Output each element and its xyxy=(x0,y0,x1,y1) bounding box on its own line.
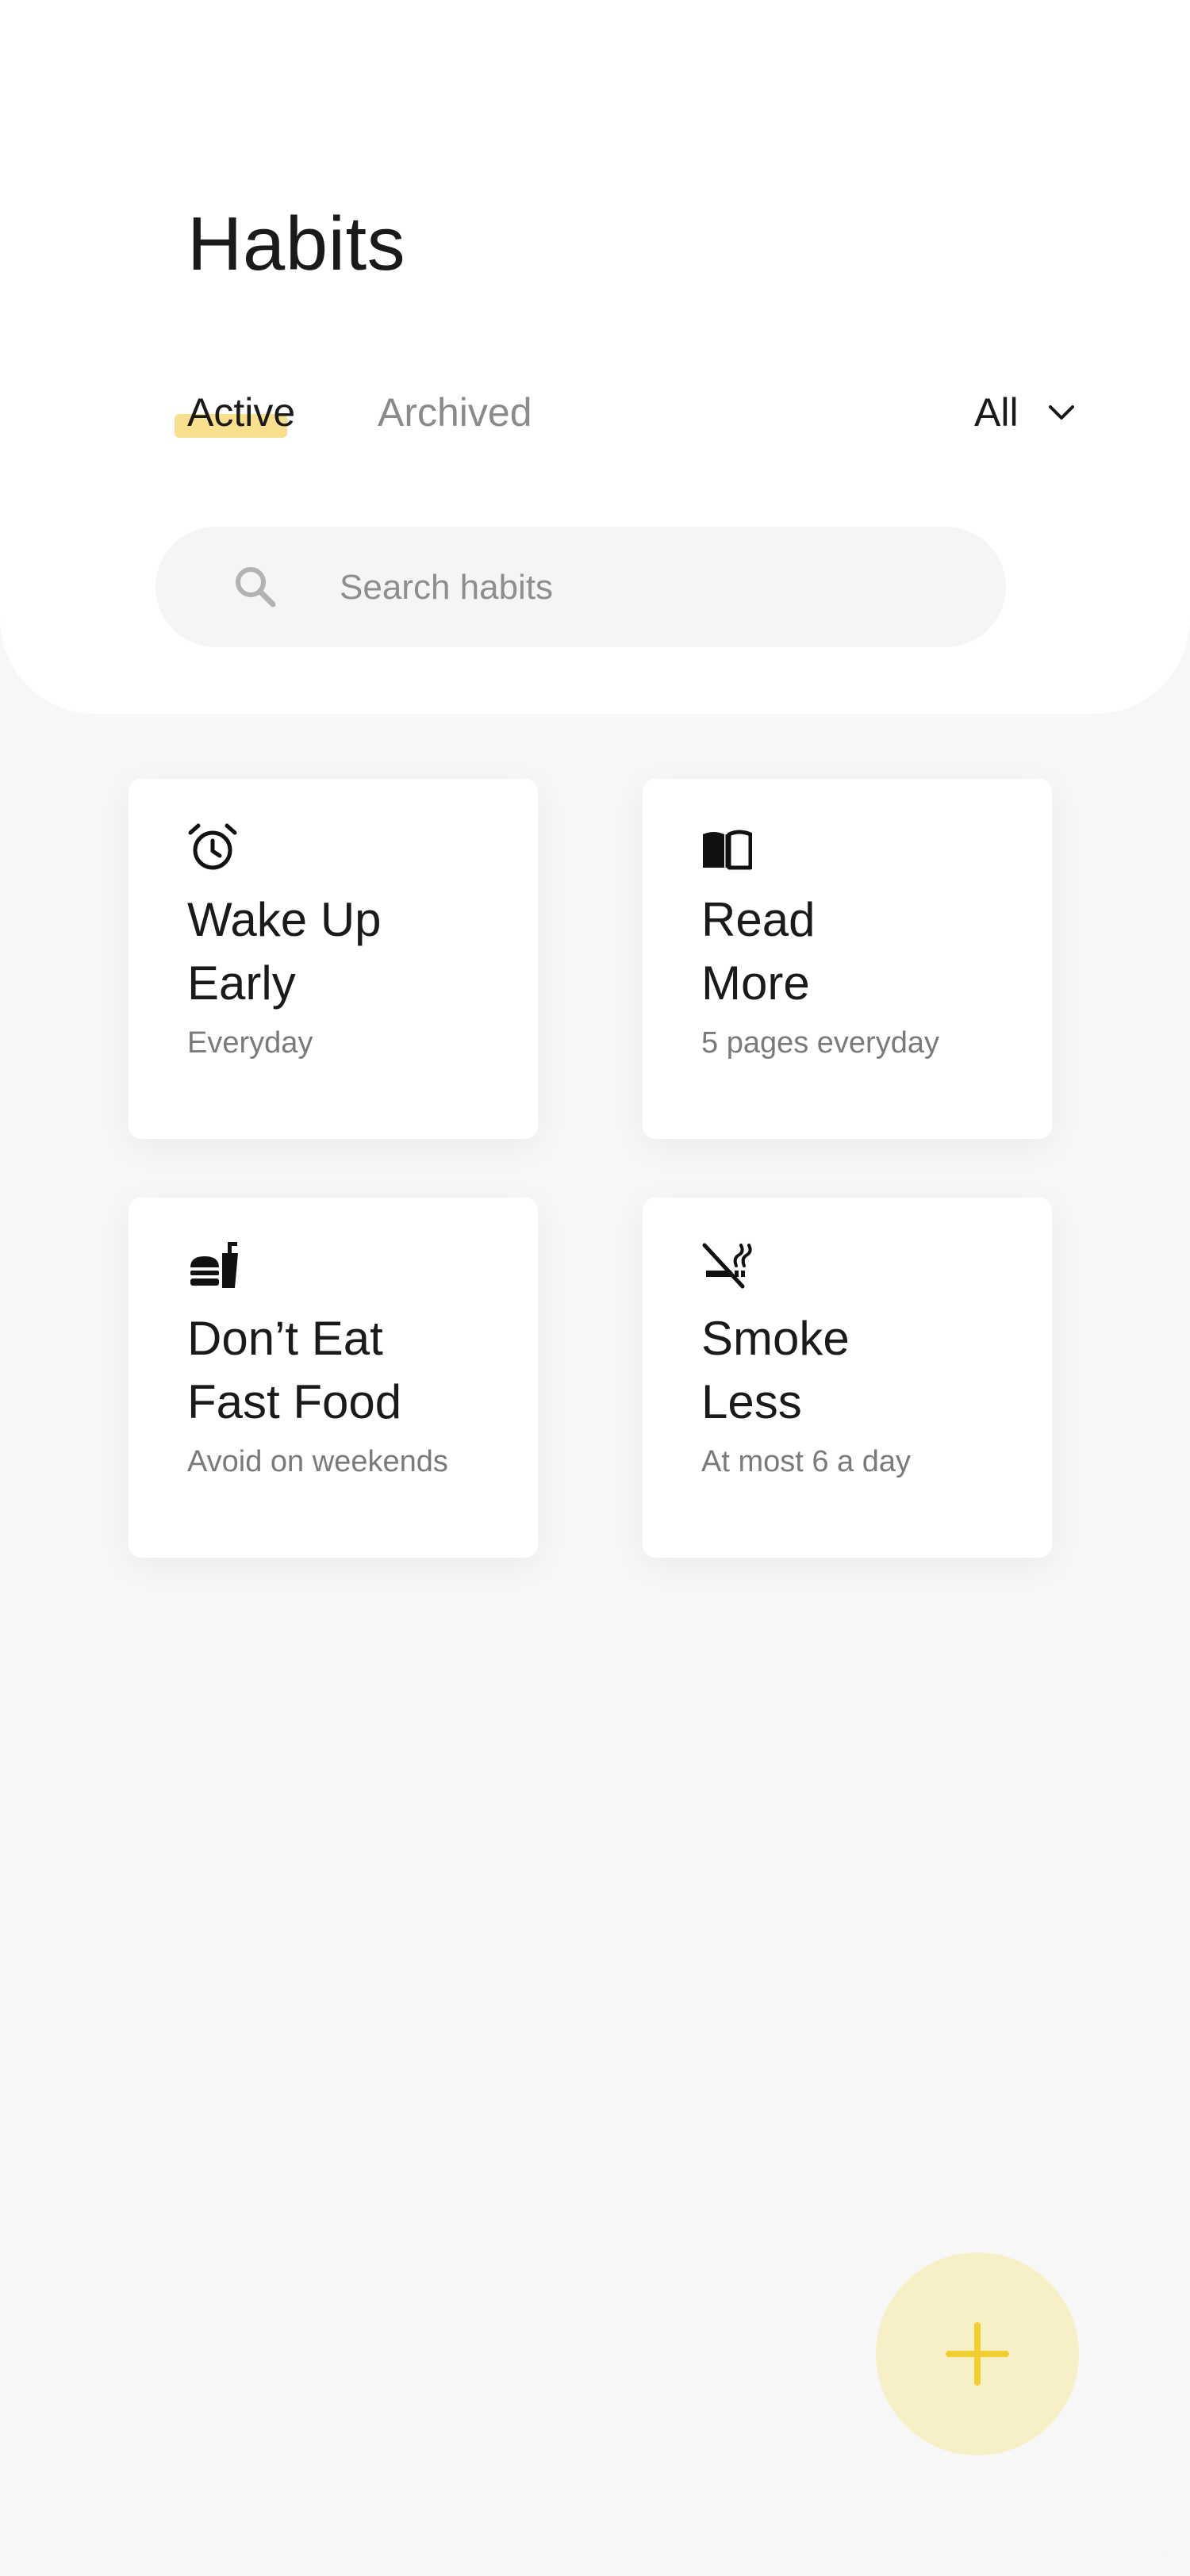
filter-dropdown[interactable]: All xyxy=(974,387,1077,438)
habits-screen: Habits Active Archived All Search habits… xyxy=(0,0,1190,2576)
habit-title-line: Early xyxy=(187,956,296,1010)
habit-title: Wake Up Early xyxy=(187,888,520,1015)
search-icon xyxy=(232,563,279,611)
tab-active-label: Active xyxy=(187,390,296,435)
tab-archived-label: Archived xyxy=(378,390,532,435)
plus-icon xyxy=(946,2322,1009,2386)
habit-title: Smoke Less xyxy=(701,1307,1035,1434)
page-title: Habits xyxy=(187,201,406,286)
habit-title-line: Read xyxy=(701,893,816,946)
habit-title-line: More xyxy=(701,956,810,1010)
tab-archived[interactable]: Archived xyxy=(378,387,532,438)
habit-subtitle: 5 pages everyday xyxy=(701,1026,939,1060)
header-panel: Habits Active Archived All xyxy=(0,0,1190,714)
habit-subtitle: At most 6 a day xyxy=(701,1445,912,1478)
habit-title-line: Less xyxy=(701,1375,802,1428)
no-smoking-icon xyxy=(701,1240,752,1291)
alarm-clock-icon xyxy=(187,822,238,872)
habit-card-dont-eat-fast-food[interactable]: Don’t Eat Fast Food Avoid on weekends xyxy=(129,1198,538,1558)
habit-subtitle: Everyday xyxy=(187,1026,313,1060)
habit-title-line: Don’t Eat xyxy=(187,1312,383,1365)
habit-title: Don’t Eat Fast Food xyxy=(187,1307,520,1434)
book-icon xyxy=(701,822,753,872)
habit-title-line: Wake Up xyxy=(187,893,382,946)
habit-subtitle: Avoid on weekends xyxy=(187,1445,448,1478)
habit-card-smoke-less[interactable]: Smoke Less At most 6 a day xyxy=(643,1198,1052,1558)
fast-food-icon xyxy=(187,1240,238,1291)
chevron-down-icon xyxy=(1046,397,1077,428)
habit-card-wake-up-early[interactable]: Wake Up Early Everyday xyxy=(129,779,538,1139)
habit-title-line: Fast Food xyxy=(187,1375,402,1428)
habit-title-line: Smoke xyxy=(701,1312,850,1365)
habit-title: Read More xyxy=(701,888,1035,1015)
filter-selected-label: All xyxy=(974,390,1019,435)
habit-card-read-more[interactable]: Read More 5 pages everyday xyxy=(643,779,1052,1139)
search-bar xyxy=(155,527,1006,647)
search-input[interactable] xyxy=(338,555,960,620)
tab-active[interactable]: Active xyxy=(175,387,296,438)
add-habit-button[interactable] xyxy=(876,2252,1079,2455)
